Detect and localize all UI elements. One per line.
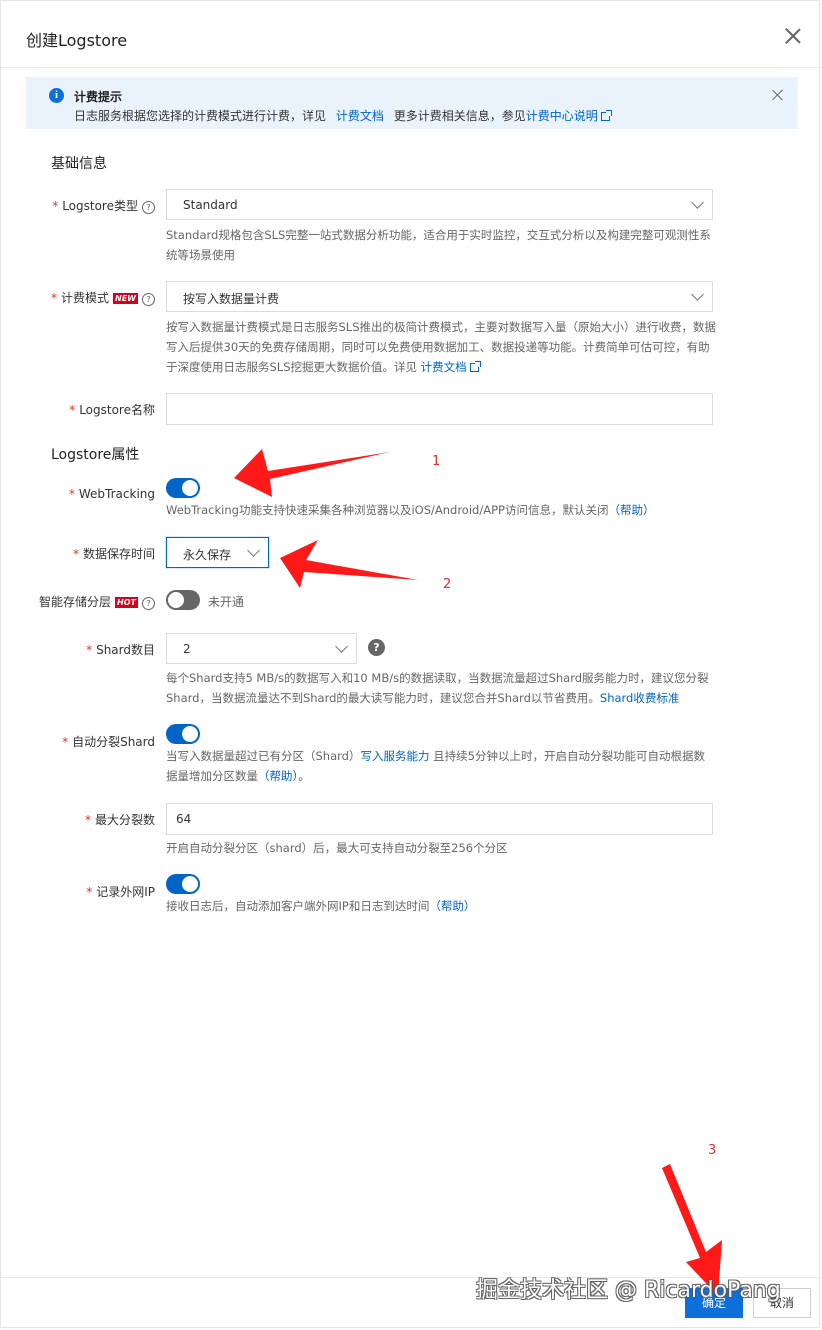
webtracking-toggle[interactable] [166,478,200,498]
billing-center-link[interactable]: 计费中心说明 [525,109,612,123]
billing-mode-value: 按写入数据量计费 [183,292,280,306]
billing-mode-label-text: 计费模式 [61,291,110,305]
logstore-name-input[interactable] [166,393,713,425]
question-icon[interactable]: ? [142,201,155,214]
shard-count-label-text: Shard数目 [96,643,155,657]
shard-count-select[interactable]: 2 [166,633,357,664]
dialog-title: 创建Logstore [26,31,128,50]
billing-mode-help: 按写入数据量计费模式是日志服务SLS推出的极简计费模式，主要对数据写入量（原始大… [166,317,718,377]
auto-split-toggle[interactable] [166,724,200,744]
dialog-header: 创建Logstore [1,1,819,68]
toggle-knob [182,480,198,496]
auto-split-help-prefix: 当写入数据量超过已有分区（Shard） [166,749,361,763]
billing-mode-doc-link[interactable]: 计费文档 [420,360,481,374]
auto-split-label: * 自动分裂Shard [62,733,155,750]
billing-center-link-text: 计费中心说明 [525,109,598,123]
close-icon[interactable] [785,28,801,44]
chevron-down-icon [691,196,704,209]
logstore-type-label-text: Logstore类型 [62,199,138,213]
chevron-down-icon [335,640,348,653]
section-title-basic: 基础信息 [51,156,107,172]
create-logstore-dialog: 创建Logstore i 计费提示 日志服务根据您选择的计费模式进行计费，详见 … [0,0,820,1328]
write-capacity-link[interactable]: 写入服务能力 [360,749,429,763]
required-mark: * [62,735,69,749]
annotation-number-3: 3 [708,1143,717,1158]
tiered-storage-status: 未开通 [208,595,245,609]
required-mark: * [51,291,57,305]
logstore-type-select[interactable]: Standard [166,189,713,220]
retention-value: 永久保存 [183,548,232,562]
notice-title: 计费提示 [74,90,123,104]
notice-text-mid: 更多计费相关信息，参见 [393,109,526,123]
webtracking-label: * WebTracking [69,487,155,501]
record-ip-label: * 记录外网IP [86,883,155,900]
annotation-number-2: 2 [443,577,452,592]
watermark: 掘金技术社区 @ RicardoPang [476,1278,781,1303]
shard-pricing-link[interactable]: Shard收费标准 [600,691,679,705]
record-ip-help-link[interactable]: （帮助） [429,899,475,913]
retention-label-text: 数据保存时间 [82,547,155,561]
tiered-storage-toggle[interactable] [166,590,200,610]
shard-count-value: 2 [183,642,191,656]
question-icon[interactable]: ? [142,597,155,610]
chevron-down-icon [691,288,704,301]
toggle-knob [168,592,184,608]
webtracking-help-text: WebTracking功能支持快速采集各种浏览器以及iOS/Android/AP… [166,503,609,517]
notice-text: 日志服务根据您选择的计费模式进行计费，详见 计费文档 更多计费相关信息，参见计费… [74,107,612,124]
external-link-icon [469,361,481,372]
billing-doc-link[interactable]: 计费文档 [336,109,384,123]
required-mark: * [68,487,75,501]
webtracking-help: WebTracking功能支持快速采集各种浏览器以及iOS/Android/AP… [166,500,716,520]
max-split-label: * 最大分裂数 [85,811,155,828]
external-link-icon [600,110,612,121]
required-mark: * [52,199,59,213]
max-split-help: 开启自动分裂分区（shard）后，最大可支持自动分裂至256个分区 [166,841,508,855]
question-icon[interactable]: ? [142,293,155,306]
required-mark: * [84,813,91,827]
logstore-type-help: Standard规格包含SLS完整一站式数据分析功能，适合用于实时监控，交互式分… [166,228,711,262]
tiered-storage-label-text: 智能存储分层 [39,595,112,609]
auto-split-label-text: 自动分裂Shard [72,735,155,749]
auto-split-help-link[interactable]: （帮助） [258,769,298,783]
record-ip-help-text: 接收日志后，自动添加客户端外网IP和日志到达时间 [166,899,430,913]
auto-split-help: 当写入数据量超过已有分区（Shard）写入服务能力 且持续5分钟以上时，开启自动… [166,746,714,786]
logstore-type-label: * Logstore类型? [52,197,155,214]
chevron-down-icon [247,544,260,557]
required-mark: * [86,643,93,657]
billing-mode-select[interactable]: 按写入数据量计费 [166,281,713,312]
required-mark: * [69,403,76,417]
annotation-number-1: 1 [432,454,441,469]
webtracking-label-text: WebTracking [78,487,155,501]
retention-select[interactable]: 永久保存 [166,537,269,568]
logstore-name-label-text: Logstore名称 [79,403,155,417]
max-split-label-text: 最大分裂数 [94,813,155,827]
max-split-value: 64 [176,812,192,826]
logstore-type-value: Standard [183,198,238,212]
billing-mode-label: * 计费模式 NEW? [51,289,155,306]
webtracking-help-link[interactable]: （帮助） [608,503,654,517]
required-mark: * [72,547,79,561]
record-ip-toggle[interactable] [166,874,200,894]
record-ip-label-text: 记录外网IP [96,885,155,899]
notice-close-icon[interactable] [772,89,784,101]
toggle-knob [182,876,198,892]
required-mark: * [86,885,93,899]
logstore-name-label: * Logstore名称 [69,401,155,418]
section-title-props: Logstore属性 [51,447,140,463]
notice-text-prefix: 日志服务根据您选择的计费模式进行计费，详见 [74,109,327,123]
retention-label: * 数据保存时间 [73,545,155,562]
shard-help-icon[interactable]: ? [368,639,385,656]
info-icon: i [49,88,64,103]
max-split-input[interactable]: 64 [166,803,713,835]
shard-count-help: 每个Shard支持5 MB/s的数据写入和10 MB/s的数据读取，当数据流量超… [166,668,714,708]
toggle-knob [182,726,198,742]
tiered-storage-label: 智能存储分层 HOT? [39,593,155,610]
hot-badge: HOT [115,597,138,608]
new-badge: NEW [113,293,138,304]
shard-count-label: * Shard数目 [86,641,155,658]
record-ip-help: 接收日志后，自动添加客户端外网IP和日志到达时间（帮助） [166,896,716,916]
auto-split-help-end: 。 [298,769,310,783]
billing-notice: i 计费提示 日志服务根据您选择的计费模式进行计费，详见 计费文档 更多计费相关… [26,77,798,129]
billing-mode-doc-link-text: 计费文档 [420,360,467,374]
